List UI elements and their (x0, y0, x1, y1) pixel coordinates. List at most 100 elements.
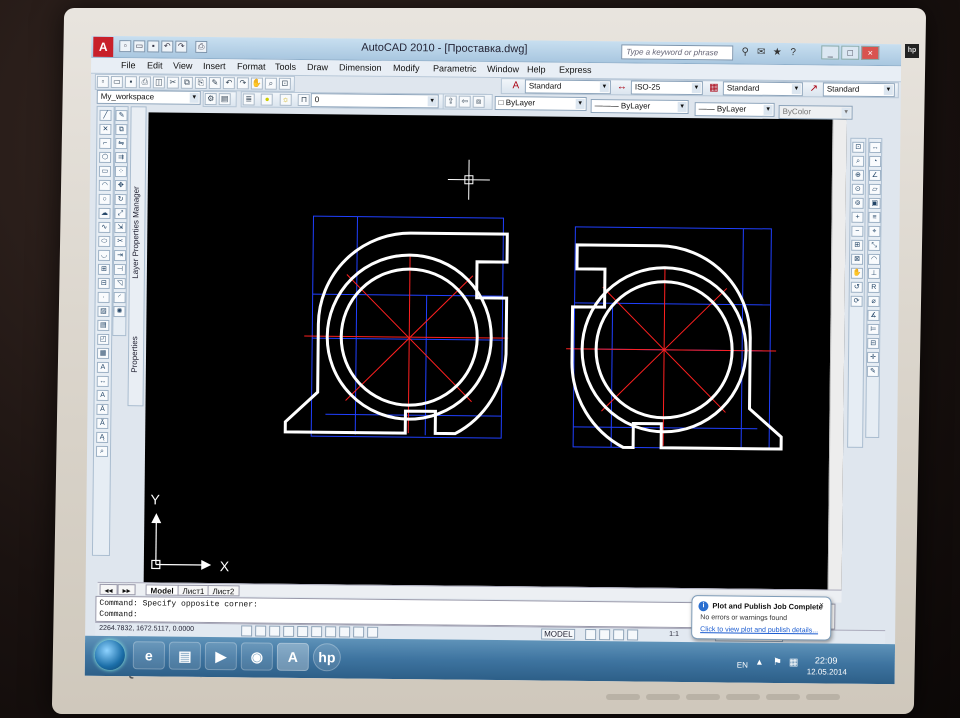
gear-icon[interactable]: ⚙ (204, 92, 217, 106)
layer-states-icon[interactable]: ⧈ (472, 95, 485, 108)
zoom-scale-icon[interactable]: ⊕ (851, 169, 865, 181)
grid-toggle[interactable] (255, 625, 267, 637)
line-icon[interactable]: ╱ (99, 109, 112, 121)
clock-date[interactable]: 12.05.2014 (807, 667, 847, 676)
paste-icon[interactable]: ⎘ (194, 76, 207, 89)
drawing-area[interactable]: Y X (143, 112, 847, 590)
close-button[interactable]: × (861, 45, 880, 61)
distance-icon[interactable]: ↔ (869, 141, 882, 154)
xline-icon[interactable]: ✕ (99, 123, 112, 135)
regen-icon[interactable]: ⟳ (850, 295, 863, 307)
dyn-toggle[interactable] (339, 626, 351, 638)
explode-icon[interactable]: ✺ (113, 306, 126, 318)
rotate-icon[interactable]: ↻ (114, 194, 127, 206)
chamfer-icon[interactable]: ◹ (113, 278, 126, 290)
power-button[interactable] (806, 694, 840, 700)
internet-explorer-icon[interactable]: e (132, 641, 166, 670)
tab-nav-first[interactable]: ◂◂ (99, 583, 118, 596)
dim-radius-icon[interactable]: R (867, 281, 880, 294)
lineweight-select[interactable]: —— ByLayer ▾ (694, 102, 775, 117)
zoom-realtime-icon[interactable]: ⌕ (264, 77, 277, 90)
zoom-in-icon[interactable]: + (851, 211, 864, 223)
menu-help[interactable]: Help (527, 64, 546, 74)
pan-icon[interactable]: ✋ (250, 77, 263, 90)
layer-manager-icon[interactable]: ≣ (242, 93, 255, 106)
plot-details-link[interactable]: Click to view plot and publish details..… (700, 626, 818, 634)
monitor-button[interactable] (726, 694, 760, 700)
layer-select[interactable]: 0 ▾ (310, 93, 439, 109)
flag-icon[interactable]: ⚑ (773, 657, 782, 668)
minimize-button[interactable]: _ (821, 45, 840, 60)
table-icon[interactable]: ▦ (96, 347, 110, 359)
zoom-icon[interactable] (627, 629, 639, 641)
arc-icon[interactable]: ◠ (98, 179, 111, 191)
mleader-style-select[interactable]: Standard ▾ (822, 82, 895, 98)
dim-aligned-icon[interactable]: ⤡ (868, 239, 881, 252)
stretch-icon[interactable]: ⇲ (114, 222, 127, 234)
dim-diameter-icon[interactable]: ⌀ (867, 295, 880, 308)
zoom-window-icon[interactable]: ⊡ (852, 141, 865, 153)
plotstyle-select[interactable]: ByColor ▾ (778, 104, 853, 120)
new-icon[interactable]: ▫ (119, 40, 132, 53)
ortho-toggle[interactable] (269, 625, 281, 637)
zoom-out-icon[interactable]: − (851, 225, 864, 237)
otrack-toggle[interactable] (311, 626, 323, 638)
gradient-icon[interactable]: ▤ (97, 319, 110, 331)
region-icon[interactable]: ◰ (97, 333, 110, 345)
annotation-scale[interactable]: 1:1 (669, 631, 679, 638)
zoom-object-icon[interactable]: ⊚ (851, 197, 864, 209)
menu-insert[interactable]: Insert (203, 61, 226, 71)
language-indicator[interactable]: EN (737, 661, 748, 670)
network-icon[interactable]: ▦ (789, 657, 799, 668)
polyline-icon[interactable]: ⌐ (99, 137, 112, 149)
circle-icon[interactable]: ○ (98, 193, 111, 205)
cut-icon[interactable]: ✂ (166, 76, 179, 89)
pan-icon[interactable]: ✋ (850, 267, 863, 279)
match-icon[interactable]: ✎ (208, 77, 221, 90)
redo-icon[interactable]: ↷ (175, 40, 188, 53)
menu-draw[interactable]: Draw (307, 62, 328, 72)
menu-parametric[interactable]: Parametric (433, 63, 477, 73)
polygon-icon[interactable]: ⬡ (99, 151, 112, 163)
text-style-select[interactable]: Standard ▾ (524, 79, 611, 95)
point-icon[interactable]: · (97, 291, 110, 303)
help-icon[interactable]: ? (787, 47, 799, 59)
coordinates-readout[interactable]: 2264.7832, 1672.5117, 0.0000 (99, 625, 194, 633)
color-select[interactable]: □ ByLayer ▾ (494, 96, 587, 111)
osnap-toggle[interactable] (297, 625, 309, 638)
scale-icon[interactable]: ⤢ (114, 208, 127, 220)
lwt-toggle[interactable] (353, 626, 365, 638)
rectangle-icon[interactable]: ▭ (98, 165, 112, 177)
file-explorer-icon[interactable]: ▤ (168, 641, 202, 670)
ellipse-icon[interactable]: ⬭ (98, 235, 111, 247)
chrome-icon[interactable]: ◉ (240, 642, 274, 671)
volume-icon[interactable]: ▣ (868, 197, 881, 210)
open-icon[interactable]: ▭ (133, 40, 146, 53)
dim-baseline-icon[interactable]: ⊨ (867, 323, 880, 336)
menu-file[interactable]: File (121, 60, 136, 70)
tab-model[interactable]: Model (145, 584, 179, 596)
zoom-all-icon[interactable]: ⊞ (851, 239, 864, 251)
undo-icon[interactable]: ↶ (161, 40, 174, 53)
monitor-button[interactable] (686, 694, 720, 700)
media-player-icon[interactable]: ▶ (204, 641, 238, 671)
monitor-button[interactable] (766, 694, 800, 700)
plot-notification-balloon[interactable]: i Plot and Publish Job Complete × No err… (691, 595, 832, 641)
dim-edit-icon[interactable]: ✎ (866, 365, 879, 378)
mirror-icon[interactable]: ⇋ (115, 138, 128, 150)
erase-icon[interactable]: ✎ (115, 110, 128, 122)
quick-view-layouts-icon[interactable] (585, 628, 597, 641)
qp-toggle[interactable] (367, 626, 379, 638)
menu-modify[interactable]: Modify (393, 63, 420, 73)
table-style-select[interactable]: Standard ▾ (722, 81, 803, 97)
communication-center-icon[interactable]: ✉ (755, 47, 767, 59)
copy-icon[interactable]: ⧉ (180, 76, 193, 89)
workspace-select[interactable]: My_workspace ▾ (96, 89, 201, 105)
redo-icon[interactable]: ↷ (236, 77, 249, 90)
show-hidden-icons-icon[interactable]: ▴ (757, 657, 762, 668)
quick-view-drawings-icon[interactable] (599, 629, 611, 641)
break-icon[interactable]: ⊣ (113, 264, 126, 276)
insert-block-icon[interactable]: ⊞ (97, 263, 110, 275)
tolerance-icon[interactable]: ⊟ (867, 337, 880, 350)
model-space-button[interactable]: MODEL (541, 628, 576, 640)
